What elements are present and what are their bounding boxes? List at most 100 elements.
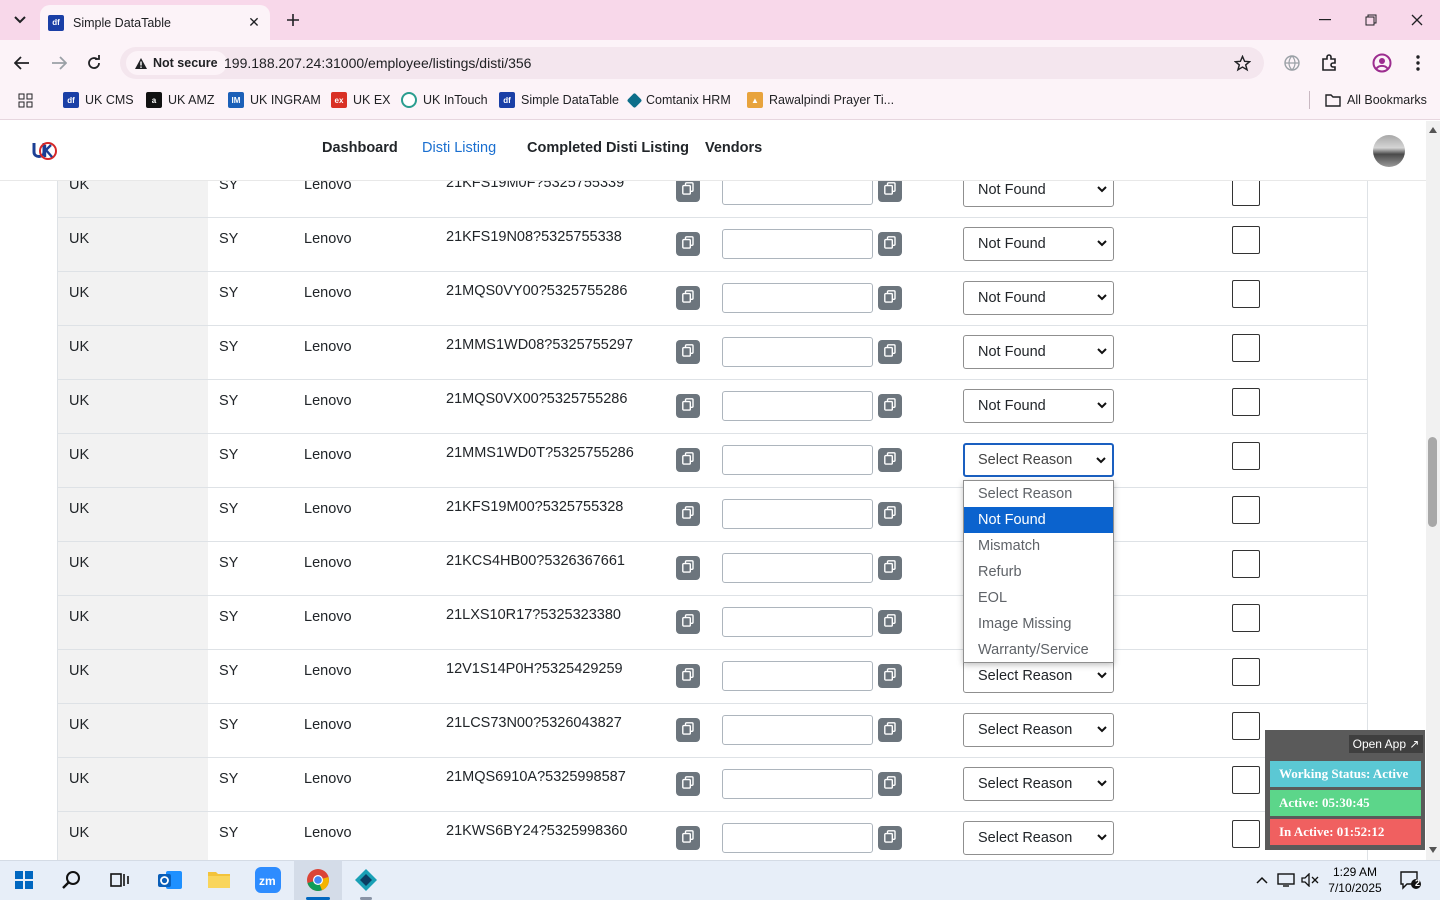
paste-button[interactable] [878,394,902,418]
row-checkbox[interactable] [1232,280,1260,308]
minimize-icon[interactable] [1302,0,1348,40]
paste-button[interactable] [878,232,902,256]
paste-button[interactable] [878,556,902,580]
row-checkbox[interactable] [1232,820,1260,848]
row-checkbox[interactable] [1232,550,1260,578]
paste-button[interactable] [878,340,902,364]
copy-sku-button[interactable] [676,448,700,472]
nav-vendors[interactable]: Vendors [705,140,762,156]
restore-icon[interactable] [1348,0,1394,40]
row-checkbox[interactable] [1232,496,1260,524]
reason-select[interactable]: Not Found [963,389,1114,423]
note-input[interactable] [722,445,873,475]
reason-select[interactable]: Select Reason [963,443,1114,477]
bookmark-comtanix-hrm[interactable]: Comtanix HRM [626,91,731,109]
note-input[interactable] [722,229,873,259]
volume-muted-icon[interactable] [1298,860,1322,900]
all-bookmarks[interactable]: All Bookmarks [1325,91,1427,109]
copy-sku-button[interactable] [676,502,700,526]
paste-button[interactable] [878,826,902,850]
zoom-icon[interactable]: zm [244,860,292,900]
reason-option[interactable]: EOL [964,585,1113,611]
copy-sku-button[interactable] [676,394,700,418]
reason-select[interactable]: Select Reason [963,767,1114,801]
close-window-icon[interactable] [1394,0,1440,40]
row-checkbox[interactable] [1232,766,1260,794]
note-input[interactable] [722,283,873,313]
row-checkbox[interactable] [1232,604,1260,632]
profile-icon[interactable] [1370,51,1394,75]
reason-option[interactable]: Warranty/Service [964,637,1113,663]
row-checkbox[interactable] [1232,388,1260,416]
reason-select[interactable]: Not Found [963,181,1114,207]
reason-option[interactable]: Mismatch [964,533,1113,559]
user-avatar[interactable] [1373,135,1405,167]
row-checkbox[interactable] [1232,334,1260,362]
bookmark-uk-ingram[interactable]: IM UK INGRAM [228,91,321,109]
open-app-button[interactable]: Open App ↗ [1349,735,1423,753]
task-view-icon[interactable] [96,860,144,900]
extensions-puzzle-icon[interactable] [1317,51,1341,75]
chrome-icon[interactable] [294,860,342,900]
scrollbar-thumb[interactable] [1428,437,1437,527]
note-input[interactable] [722,337,873,367]
file-explorer-icon[interactable] [195,860,243,900]
note-input[interactable] [722,769,873,799]
paste-button[interactable] [878,610,902,634]
copy-sku-button[interactable] [676,286,700,310]
row-checkbox[interactable] [1232,181,1260,206]
copy-sku-button[interactable] [676,664,700,688]
bookmark-uk-cms[interactable]: df UK CMS [63,91,134,109]
copy-sku-button[interactable] [676,772,700,796]
reason-select[interactable]: Select Reason [963,821,1114,855]
paste-button[interactable] [878,502,902,526]
bookmark-simple-datatable[interactable]: df Simple DataTable [499,91,619,109]
note-input[interactable] [722,181,873,205]
outlook-icon[interactable] [146,860,194,900]
system-clock[interactable]: 1:29 AM 7/10/2025 [1320,864,1390,896]
bookmark-rawalpindi-prayer[interactable]: ▲ Rawalpindi Prayer Ti... [747,91,894,109]
close-tab-icon[interactable]: ✕ [246,14,262,31]
tray-chevron-up-icon[interactable] [1250,860,1274,900]
browser-tab[interactable]: df Simple DataTable ✕ [40,5,270,40]
note-input[interactable] [722,715,873,745]
app-diamond-icon[interactable] [342,860,390,900]
back-arrow-icon[interactable] [9,50,35,76]
note-input[interactable] [722,823,873,853]
reason-select[interactable]: Not Found [963,281,1114,315]
row-checkbox[interactable] [1232,226,1260,254]
reason-select[interactable]: Select Reason [963,713,1114,747]
copy-sku-button[interactable] [676,718,700,742]
note-input[interactable] [722,553,873,583]
windows-start-icon[interactable] [0,860,48,900]
row-checkbox[interactable] [1232,442,1260,470]
nav-completed-disti-listing[interactable]: Completed Disti Listing [527,140,689,156]
search-icon[interactable] [48,860,96,900]
apps-grid-icon[interactable] [18,91,33,109]
row-checkbox[interactable] [1232,658,1260,686]
reason-select[interactable]: Not Found [963,227,1114,261]
reason-option[interactable]: Refurb [964,559,1113,585]
translate-globe-icon[interactable] [1280,51,1304,75]
paste-button[interactable] [878,664,902,688]
note-input[interactable] [722,607,873,637]
network-icon[interactable] [1274,860,1298,900]
bookmark-star-icon[interactable] [1230,51,1254,75]
reason-option[interactable]: Image Missing [964,611,1113,637]
reason-dropdown-list[interactable]: Select Reason Not Found Mismatch Refurb EOL I… [963,480,1114,663]
reason-option[interactable]: Select Reason [964,481,1113,507]
nav-dashboard[interactable]: Dashboard [322,140,398,156]
uk-logo-icon[interactable] [31,139,59,163]
notifications-icon[interactable]: 2 [1392,860,1428,900]
bookmark-uk-intouch[interactable]: UK InTouch [401,91,488,109]
note-input[interactable] [722,499,873,529]
url-text[interactable]: 199.188.207.24:31000/employee/listings/d… [224,55,531,71]
reason-select[interactable]: Select Reason [963,659,1114,693]
reload-icon[interactable] [81,50,107,76]
note-input[interactable] [722,391,873,421]
bookmark-uk-ex[interactable]: ex UK EX [331,91,391,109]
copy-sku-button[interactable] [676,340,700,364]
copy-sku-button[interactable] [676,610,700,634]
new-tab-plus-icon[interactable] [282,9,304,31]
paste-button[interactable] [878,448,902,472]
